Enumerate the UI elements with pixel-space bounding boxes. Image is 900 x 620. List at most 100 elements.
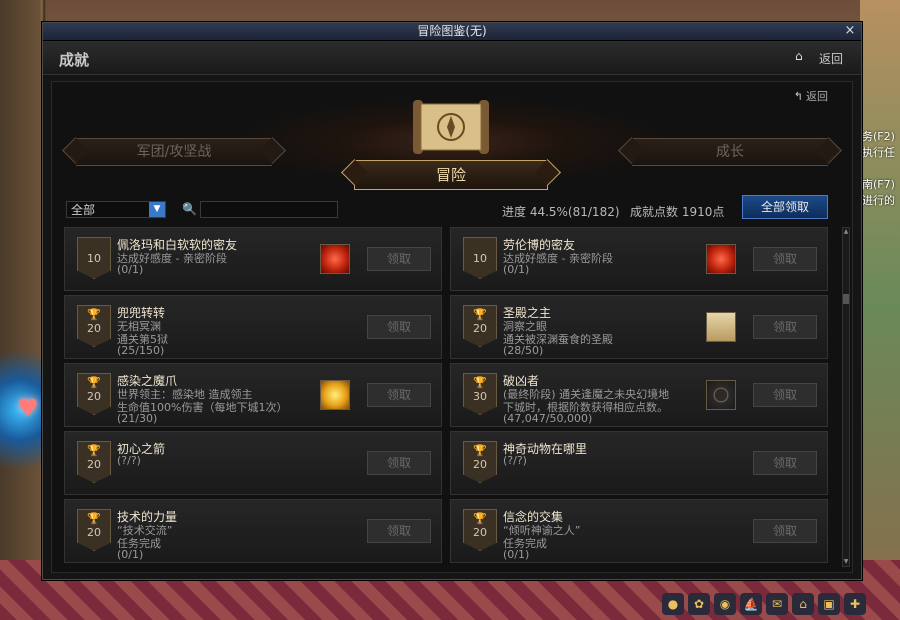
window-title: 冒险图鉴(无) (417, 24, 487, 38)
achievement-card: 10 劳伦博的密友 达成好感度 - 亲密阶段 (0/1) 领取 (450, 227, 828, 291)
badge-points: 20 (473, 322, 487, 335)
badge-points: 30 (473, 390, 487, 403)
header-back-button[interactable]: 返回 (819, 50, 843, 67)
category-select-value: 全部 (71, 203, 96, 217)
achievement-point-badge: 🏆 20 (77, 305, 111, 347)
hud-box-icon[interactable]: ▣ (818, 593, 840, 615)
achievement-card: 🏆 20 感染之魔爪 世界领主：感染地 造成领主 生命值100%伤害（每地下城1次） (2… (64, 363, 442, 427)
scroll-up-icon[interactable]: ▲ (843, 228, 849, 236)
search-input[interactable] (200, 201, 338, 218)
achievement-point-badge: 🏆 20 (463, 305, 497, 347)
hud-gift-icon[interactable]: ✚ (844, 593, 866, 615)
achievement-detail-line: (0/1) (503, 548, 530, 561)
adventure-scroll-icon (413, 100, 489, 154)
badge-points: 20 (87, 322, 101, 335)
window-titlebar[interactable]: 冒险图鉴(无) × (43, 23, 861, 41)
achievement-detail-line: (0/1) (117, 548, 144, 561)
adventure-codex-window: 冒险图鉴(无) × 成就 ⌂ 返回 ↰ 返回 军团/攻坚战 冒险 成长 全部 ▼ … (42, 22, 862, 580)
achievement-detail-line: (0/1) (503, 263, 530, 276)
scroll-thumb[interactable] (843, 294, 849, 304)
side-quest-text: 执行任 (862, 146, 895, 159)
achievement-card: 🏆 30 破凶者 (最终阶段) 通关逢魔之未央幻境地 下城时，根据阶数获得相应点数。 (4… (450, 363, 828, 427)
achievement-point-badge: 🏆 20 (77, 441, 111, 483)
achievement-card: 🏆 20 技术的力量 “技术交流” 任务完成 (0/1) 领取 (64, 499, 442, 563)
achievement-detail-line: (?/?) (117, 454, 141, 467)
claim-button[interactable]: 领取 (753, 247, 817, 271)
achievement-list: 10 佩洛玛和白软软的密友 达成好感度 - 亲密阶段 (0/1) 领取 10 劳伦博的密友达… (64, 227, 838, 567)
points-text: 成就点数 1910点 (630, 205, 725, 219)
hud-home-icon[interactable]: ⌂ (792, 593, 814, 615)
side-quest-label[interactable]: 务(F2) (862, 128, 895, 144)
reward-item-icon[interactable] (320, 380, 350, 410)
scroll-down-icon[interactable]: ▼ (843, 558, 849, 566)
chevron-down-icon[interactable]: ▼ (149, 202, 165, 217)
achievement-point-badge: 🏆 20 (77, 509, 111, 551)
reward-item-icon[interactable] (706, 380, 736, 410)
trophy-icon: 🏆 (87, 444, 101, 457)
achievement-detail-line: (47,047/50,000) (503, 412, 593, 425)
achievement-point-badge: 🏆 20 (463, 509, 497, 551)
reward-item-icon[interactable] (320, 244, 350, 274)
badge-points: 20 (87, 458, 101, 471)
window-header: 成就 ⌂ 返回 (43, 41, 861, 75)
achievement-point-badge: 🏆 20 (463, 441, 497, 483)
side-guide-text: 进行的 (862, 194, 895, 207)
badge-points: 20 (473, 458, 487, 471)
tab-growth[interactable]: 成长 (632, 138, 828, 166)
home-icon[interactable]: ⌂ (795, 50, 807, 62)
claim-button[interactable]: 领取 (367, 247, 431, 271)
hud-pet-icon[interactable]: ✿ (688, 593, 710, 615)
trophy-icon: 🏆 (473, 376, 487, 389)
achievement-detail-line: (21/30) (117, 412, 158, 425)
claim-all-button[interactable]: 全部领取 (742, 195, 828, 219)
achievement-point-badge: 10 (77, 237, 111, 279)
category-select[interactable]: 全部 ▼ (66, 201, 166, 218)
achievement-card: 10 佩洛玛和白软软的密友 达成好感度 - 亲密阶段 (0/1) 领取 (64, 227, 442, 291)
hud-boat-icon[interactable]: ⛵ (740, 593, 762, 615)
filter-row: 全部 ▼ 🔍 进度 44.5%(81/182) 成就点数 1910点 全部领取 (66, 195, 838, 221)
claim-button[interactable]: 领取 (367, 383, 431, 407)
achievement-point-badge: 🏆 20 (77, 373, 111, 415)
list-scrollbar[interactable]: ▲ ▼ (842, 227, 850, 567)
reward-item-icon[interactable] (706, 244, 736, 274)
trophy-icon: 🏆 (87, 376, 101, 389)
background-wall (860, 0, 900, 620)
page-title: 成就 (59, 51, 90, 69)
badge-points: 20 (87, 526, 101, 539)
hud-toolbar: ● ✿ ◉ ⛵ ✉ ⌂ ▣ ✚ (662, 590, 880, 618)
achievement-detail-line: (0/1) (117, 263, 144, 276)
side-guide-label[interactable]: 南(F7) (862, 176, 895, 192)
achievement-detail-line: (25/150) (117, 344, 165, 357)
sub-back-label: 返回 (806, 90, 828, 103)
achievement-card: 🏆 20 圣殿之主 洞察之眼 通关被深渊蚕食的圣殿 (28/50) 领取 (450, 295, 828, 359)
close-button[interactable]: × (843, 23, 857, 40)
tab-legion[interactable]: 军团/攻坚战 (76, 138, 272, 166)
sub-back-button[interactable]: ↰ 返回 (794, 88, 828, 104)
claim-button[interactable]: 领取 (753, 315, 817, 339)
achievement-point-badge: 10 (463, 237, 497, 279)
badge-points: 10 (87, 252, 101, 265)
achievement-card: 🏆 20 兜兜转转 无相冥渊 通关第5狱 (25/150) 领取 (64, 295, 442, 359)
progress-text: 进度 44.5%(81/182) (502, 205, 620, 219)
hud-mail-icon[interactable]: ✉ (766, 593, 788, 615)
claim-button[interactable]: 领取 (753, 383, 817, 407)
claim-button[interactable]: 领取 (367, 315, 431, 339)
tab-adventure[interactable]: 冒险 (354, 160, 548, 190)
achievement-card: 🏆 20 初心之箭 (?/?) 领取 (64, 431, 442, 495)
badge-points: 10 (473, 252, 487, 265)
trophy-icon: 🏆 (87, 512, 101, 525)
hud-orb-icon[interactable]: ◉ (714, 593, 736, 615)
achievement-detail-line: (?/?) (503, 454, 527, 467)
reward-item-icon[interactable] (706, 312, 736, 342)
achievement-panel: ↰ 返回 军团/攻坚战 冒险 成长 全部 ▼ 🔍 进度 44.5%(81/182)… (51, 81, 853, 573)
claim-button[interactable]: 领取 (367, 451, 431, 475)
trophy-icon: 🏆 (473, 308, 487, 321)
badge-points: 20 (473, 526, 487, 539)
claim-button[interactable]: 领取 (753, 451, 817, 475)
achievement-detail-line: (28/50) (503, 344, 544, 357)
hud-coin-icon[interactable]: ● (662, 593, 684, 615)
floating-heart-icon: ♥ (17, 394, 39, 422)
trophy-icon: 🏆 (87, 308, 101, 321)
claim-button[interactable]: 领取 (367, 519, 431, 543)
claim-button[interactable]: 领取 (753, 519, 817, 543)
